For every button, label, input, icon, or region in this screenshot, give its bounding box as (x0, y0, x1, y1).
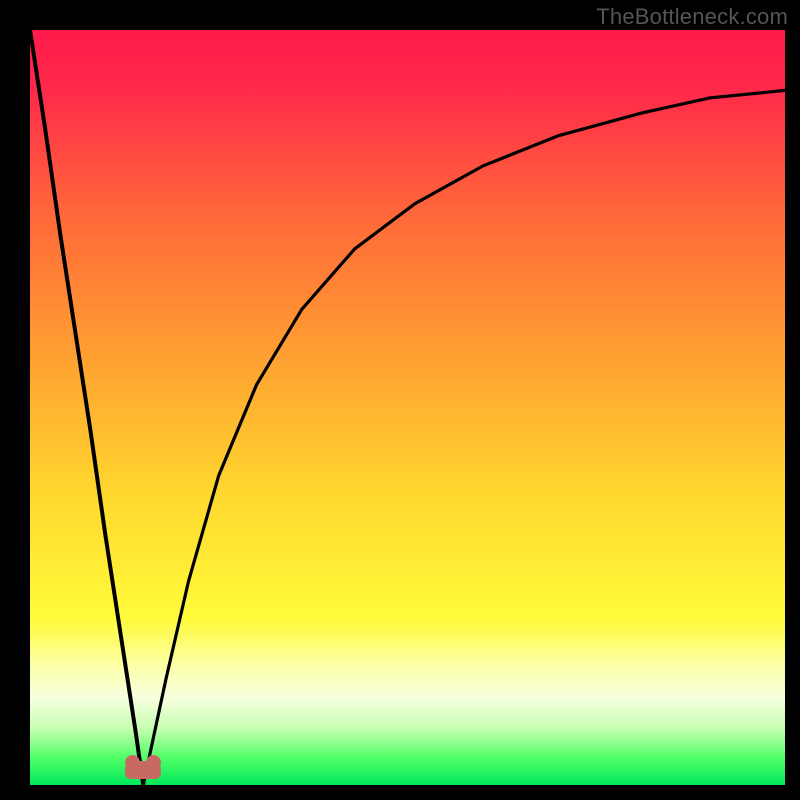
minimum-marker-icon (125, 761, 161, 779)
chart-curve (30, 30, 785, 785)
chart-area (30, 30, 785, 785)
watermark-text: TheBottleneck.com (596, 4, 788, 30)
